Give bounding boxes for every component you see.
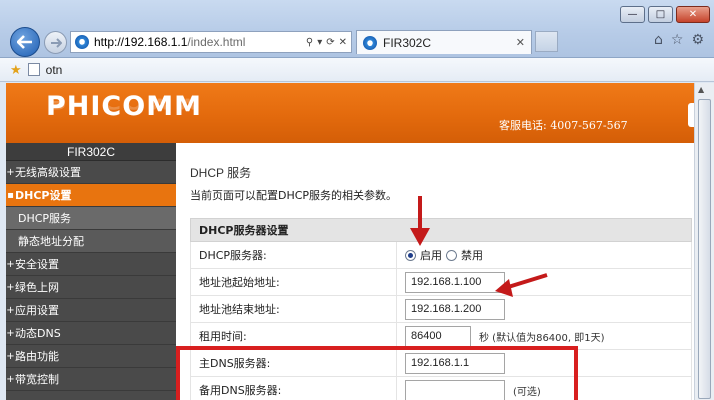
close-tab-icon[interactable]: ✕	[516, 36, 525, 49]
sidebar-item-static-address[interactable]: 静态地址分配	[6, 230, 176, 253]
plus-icon: +	[6, 281, 15, 293]
row-dhcp-server: DHCP服务器: 启用 禁用	[190, 242, 692, 269]
end-ip-label: 地址池结束地址:	[191, 296, 397, 322]
model-label: FIR302C	[6, 143, 176, 161]
end-ip-input[interactable]: 192.168.1.200	[405, 298, 505, 320]
plus-icon: +	[6, 327, 15, 339]
forward-icon[interactable]	[44, 31, 67, 54]
tab-title: FIR302C	[383, 35, 432, 50]
dns-highlight-box	[176, 346, 578, 400]
lease-input[interactable]: 86400	[405, 325, 471, 347]
sidebar-item-ddns[interactable]: + 动态DNS	[6, 322, 176, 345]
sidebar-item-security[interactable]: + 安全设置	[6, 253, 176, 276]
scroll-thumb[interactable]	[698, 99, 711, 399]
browser-titlebar: — □ ✕ e http://192.168.1.1/index.html ⚲ …	[0, 0, 714, 58]
home-icon[interactable]: ⌂	[654, 32, 663, 48]
enable-label: 启用	[420, 249, 442, 262]
page-icon	[27, 63, 40, 76]
header-banner: PHICOMM PHICOMM 客服电话: 4007-567-567	[6, 83, 694, 143]
panel-title: DHCP服务器设置	[190, 218, 692, 242]
compat-icon[interactable]: ▾	[317, 37, 322, 48]
start-ip-input[interactable]: 192.168.1.100	[405, 271, 505, 293]
back-arrow-icon	[17, 35, 32, 49]
vertical-scrollbar[interactable]: ▲	[694, 83, 714, 400]
ie-icon: e	[75, 35, 89, 49]
favorite-otn[interactable]: otn	[46, 63, 63, 77]
new-tab-button[interactable]	[535, 31, 558, 52]
search-icon[interactable]: ⚲	[306, 37, 313, 48]
lease-note: 秒 (默认值为86400, 即1天)	[479, 332, 605, 344]
plus-icon: +	[6, 304, 15, 316]
scroll-up-icon[interactable]: ▲	[698, 85, 704, 94]
plus-icon: +	[6, 166, 15, 178]
gear-icon[interactable]: ⚙	[691, 32, 704, 48]
address-bar[interactable]: e http://192.168.1.1/index.html ⚲ ▾ ⟳ ✕	[70, 31, 352, 53]
favorites-bar: ★ otn	[0, 58, 714, 82]
sidebar-item-dhcp-service[interactable]: DHCP服务	[6, 207, 176, 230]
page-description: 当前页面可以配置DHCP服务的相关参数。	[190, 189, 398, 202]
dhcp-server-label: DHCP服务器:	[191, 242, 397, 268]
start-ip-label: 地址池起始地址:	[191, 269, 397, 295]
row-end-ip: 地址池结束地址: 192.168.1.200	[190, 296, 692, 323]
url-text: http://192.168.1.1/index.html	[94, 35, 246, 49]
disable-radio[interactable]	[446, 249, 457, 261]
hotline-text: 客服电话: 4007-567-567	[499, 119, 628, 132]
plus-icon: +	[6, 258, 15, 270]
ie-icon: e	[363, 35, 377, 50]
minimize-button[interactable]: —	[620, 6, 645, 23]
favorites-star-icon[interactable]: ★	[10, 62, 22, 78]
browser-tools: ⌂ ☆ ⚙	[654, 32, 704, 48]
plus-icon: +	[6, 373, 15, 385]
sidebar-item-dhcp[interactable]: ▪ DHCP设置	[6, 184, 176, 207]
close-button[interactable]: ✕	[676, 6, 710, 23]
star-icon[interactable]: ☆	[671, 32, 684, 48]
tab-fir302c[interactable]: e FIR302C ✕	[356, 30, 532, 54]
sidebar-item-bandwidth[interactable]: + 带宽控制	[6, 368, 176, 391]
sidebar: FIR302C + 无线高级设置 ▪ DHCP设置 DHCP服务 静态地址分配 + 安…	[6, 143, 176, 400]
logo-reflection: PHICOMM	[46, 91, 202, 113]
forward-arrow-icon	[50, 37, 62, 48]
minus-icon: ▪	[7, 189, 14, 201]
address-tools: ⚲ ▾ ⟳ ✕	[306, 37, 351, 48]
page-title: DHCP 服务	[190, 166, 252, 180]
stop-icon[interactable]: ✕	[339, 37, 347, 48]
back-icon[interactable]	[10, 27, 40, 57]
plus-icon: +	[6, 350, 15, 362]
row-start-ip: 地址池起始地址: 192.168.1.100	[190, 269, 692, 296]
sidebar-item-routing[interactable]: + 路由功能	[6, 345, 176, 368]
enable-radio[interactable]	[405, 249, 416, 261]
sidebar-item-green-internet[interactable]: + 绿色上网	[6, 276, 176, 299]
sidebar-item-wireless-advanced[interactable]: + 无线高级设置	[6, 161, 176, 184]
refresh-icon[interactable]: ⟳	[326, 37, 334, 48]
sidebar-item-applications[interactable]: + 应用设置	[6, 299, 176, 322]
disable-label: 禁用	[461, 249, 483, 262]
maximize-button[interactable]: □	[648, 6, 673, 23]
